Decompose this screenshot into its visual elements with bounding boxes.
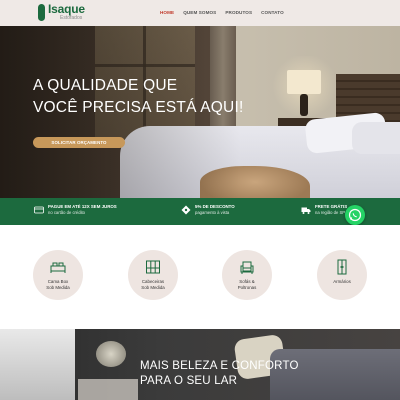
- category-cabeceiras[interactable]: Cabeceiras Sob Medida: [128, 250, 178, 300]
- nav-home[interactable]: HOME: [160, 10, 174, 15]
- categories-section: Cama Box Sob Medida Cabeceiras Sob Medid…: [0, 225, 400, 329]
- discount-icon: [181, 205, 191, 215]
- comfort-banner-title: MAIS BELEZA E CONFORTO PARA O SEU LAR: [140, 359, 299, 389]
- benefit-subtitle: pagamento à vista: [195, 210, 230, 215]
- banner-photo-shelf: [0, 329, 75, 400]
- benefit-discount: 5% DE DESCONTO pagamento à vista: [181, 204, 235, 216]
- banner-title-line: MAIS BELEZA E CONFORTO: [140, 360, 299, 372]
- logo-mark-icon: [38, 4, 45, 21]
- logo[interactable]: Isaque Estofados: [38, 3, 85, 21]
- truck-icon: [301, 207, 311, 214]
- whatsapp-button[interactable]: [345, 205, 365, 225]
- wardrobe-icon: [337, 259, 347, 275]
- category-label: Sob Medida: [46, 285, 70, 290]
- bed-icon: [50, 262, 66, 273]
- banner-photo-table: [78, 379, 138, 400]
- category-label: Armários: [333, 279, 351, 284]
- category-label: Sob Medida: [141, 285, 165, 290]
- whatsapp-icon: [348, 208, 362, 222]
- banner-photo-plant: [96, 341, 126, 367]
- nav-contato[interactable]: CONTATO: [261, 10, 284, 15]
- hero-banner: A QUALIDADE QUE VOCÊ PRECISA ESTÁ AQUI! …: [0, 26, 400, 198]
- nav-produtos[interactable]: PRODUTOS: [225, 10, 252, 15]
- logo-name: Isaque: [48, 2, 85, 16]
- benefit-subtitle: no cartão de crédito: [48, 210, 86, 215]
- hero-title: A QUALIDADE QUE VOCÊ PRECISA ESTÁ AQUI!: [33, 75, 243, 119]
- credit-card-icon: [34, 206, 44, 214]
- benefit-subtitle: na região de SP: [315, 210, 346, 215]
- site-header: Isaque Estofados HOME QUEM SOMOS PRODUTO…: [0, 0, 400, 26]
- benefit-free-shipping: FRETE GRÁTIS na região de SP: [301, 204, 347, 216]
- lamp-icon: [287, 70, 321, 94]
- main-nav: HOME QUEM SOMOS PRODUTOS CONTATO: [160, 10, 293, 15]
- headboard-icon: [146, 260, 160, 274]
- category-label: Poltronas: [237, 285, 257, 290]
- category-label: Cabeceiras: [141, 279, 165, 284]
- nav-quem-somos[interactable]: QUEM SOMOS: [183, 10, 216, 15]
- banner-title-line: PARA O SEU LAR: [140, 375, 238, 387]
- lamp-base: [300, 94, 308, 116]
- pillow: [352, 122, 400, 154]
- armchair-icon: [240, 261, 254, 274]
- benefit-installments: PAGUE EM ATÉ 12X SEM JUROS no cartão de …: [34, 204, 117, 216]
- comfort-banner: MAIS BELEZA E CONFORTO PARA O SEU LAR: [0, 329, 400, 400]
- hero-title-line: VOCÊ PRECISA ESTÁ AQUI!: [33, 99, 244, 116]
- benefits-strip: PAGUE EM ATÉ 12X SEM JUROS no cartão de …: [0, 198, 400, 225]
- category-sofas-poltronas[interactable]: Sofás & Poltronas: [222, 250, 272, 300]
- category-label: Sofás &: [239, 279, 255, 284]
- request-quote-button[interactable]: SOLICITAR ORÇAMENTO: [33, 137, 125, 148]
- category-armarios[interactable]: Armários: [317, 250, 367, 300]
- category-cama-box[interactable]: Cama Box Sob Medida: [33, 250, 83, 300]
- hero-title-line: A QUALIDADE QUE: [33, 77, 178, 94]
- logo-subtitle: Estofados: [60, 15, 83, 21]
- category-label: Cama Box: [47, 279, 69, 284]
